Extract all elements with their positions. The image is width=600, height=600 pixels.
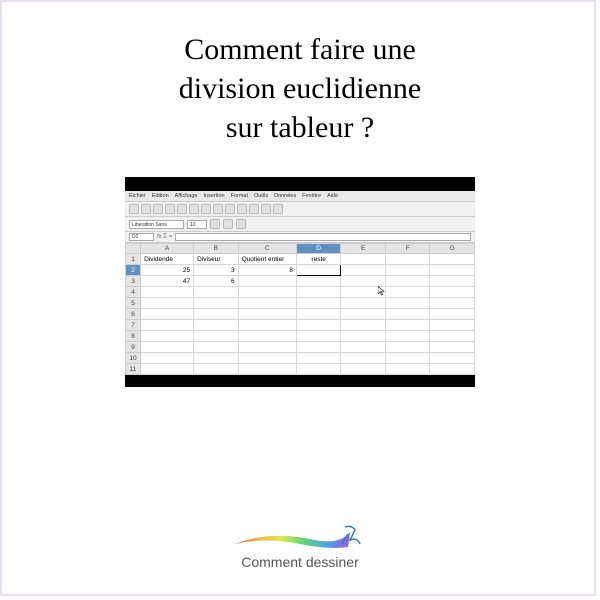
col-E[interactable]: E bbox=[341, 244, 386, 254]
cell-F2[interactable] bbox=[385, 265, 430, 276]
menu-tools[interactable]: Outils bbox=[254, 193, 268, 199]
menu-data[interactable]: Données bbox=[274, 193, 296, 199]
cell-D2-selected[interactable] bbox=[296, 265, 341, 276]
fx-icon[interactable]: fx Σ = bbox=[157, 234, 172, 240]
cell-B2[interactable]: 3 bbox=[194, 265, 239, 276]
format-toolbar: Liberation Sans 10 bbox=[125, 217, 475, 232]
video-thumbnail[interactable]: Eichier Edition Affichage Insertion Form… bbox=[125, 177, 475, 387]
cell-E3[interactable] bbox=[341, 276, 386, 287]
mouse-cursor-icon bbox=[378, 286, 385, 296]
cell-G1[interactable] bbox=[430, 254, 475, 265]
new-icon[interactable] bbox=[129, 204, 139, 214]
site-logo: Comment dessiner bbox=[0, 522, 600, 570]
table-row: 4 bbox=[126, 287, 475, 298]
title-line-2: division euclidienne bbox=[179, 72, 421, 105]
cell-G2[interactable] bbox=[430, 265, 475, 276]
row-2-head[interactable]: 2 bbox=[126, 265, 141, 276]
table-row: 9 bbox=[126, 342, 475, 353]
spreadsheet-grid[interactable]: A B C D E F G 1 Dividende Diviseur Quoti… bbox=[125, 243, 475, 375]
table-row: 3 47 6 bbox=[126, 276, 475, 287]
col-G[interactable]: G bbox=[430, 244, 475, 254]
menu-edit[interactable]: Edition bbox=[152, 193, 169, 199]
cell-F1[interactable] bbox=[385, 254, 430, 265]
cell-B3[interactable]: 6 bbox=[194, 276, 239, 287]
menu-help[interactable]: Aide bbox=[327, 193, 338, 199]
italic-icon[interactable] bbox=[223, 219, 233, 229]
table-row: 8 bbox=[126, 331, 475, 342]
page-title: Comment faire une division euclidienne s… bbox=[0, 0, 600, 167]
cut-icon[interactable] bbox=[177, 204, 187, 214]
table-row: 2 25 3 8 bbox=[126, 265, 475, 276]
cell-A2[interactable]: 25 bbox=[141, 265, 194, 276]
sum-icon[interactable] bbox=[273, 204, 283, 214]
font-size-select[interactable]: 10 bbox=[187, 220, 207, 229]
cell-A1[interactable]: Dividende bbox=[141, 254, 194, 265]
font-name-select[interactable]: Liberation Sans bbox=[129, 220, 184, 229]
formula-bar: D2 fx Σ = bbox=[125, 232, 475, 243]
row-3-head[interactable]: 3 bbox=[126, 276, 141, 287]
column-headers: A B C D E F G bbox=[126, 244, 475, 254]
sort-icon[interactable] bbox=[237, 204, 247, 214]
cell-E1[interactable] bbox=[341, 254, 386, 265]
menu-bar[interactable]: Eichier Edition Affichage Insertion Form… bbox=[125, 191, 475, 202]
menu-window[interactable]: Fenêtre bbox=[302, 193, 321, 199]
spreadsheet-app: Eichier Edition Affichage Insertion Form… bbox=[125, 191, 475, 373]
table-row: 6 bbox=[126, 309, 475, 320]
table-row: 10 bbox=[126, 353, 475, 364]
redo-icon[interactable] bbox=[225, 204, 235, 214]
formula-input[interactable] bbox=[175, 233, 471, 241]
undo-icon[interactable] bbox=[213, 204, 223, 214]
row-1-head[interactable]: 1 bbox=[126, 254, 141, 265]
copy-icon[interactable] bbox=[189, 204, 199, 214]
col-B[interactable]: B bbox=[194, 244, 239, 254]
cell-F3[interactable] bbox=[385, 276, 430, 287]
table-row: 7 bbox=[126, 320, 475, 331]
menu-format[interactable]: Format bbox=[231, 193, 248, 199]
table-row: 11 bbox=[126, 364, 475, 375]
cell-C1[interactable]: Quotient entier bbox=[238, 254, 296, 265]
print-icon[interactable] bbox=[165, 204, 175, 214]
menu-view[interactable]: Affichage bbox=[175, 193, 198, 199]
menu-file[interactable]: Eichier bbox=[129, 193, 146, 199]
corner-cell[interactable] bbox=[126, 244, 141, 254]
cell-D1[interactable]: reste bbox=[296, 254, 341, 265]
table-row: 1 Dividende Diviseur Quotient entier res… bbox=[126, 254, 475, 265]
filter-icon[interactable] bbox=[261, 204, 271, 214]
main-toolbar bbox=[125, 202, 475, 217]
logo-text: Comment dessiner bbox=[0, 554, 600, 570]
chart-icon[interactable] bbox=[249, 204, 259, 214]
save-icon[interactable] bbox=[153, 204, 163, 214]
paste-icon[interactable] bbox=[201, 204, 211, 214]
cell-G3[interactable] bbox=[430, 276, 475, 287]
cell-reference[interactable]: D2 bbox=[129, 233, 154, 241]
underline-icon[interactable] bbox=[236, 219, 246, 229]
cell-E2[interactable] bbox=[341, 265, 386, 276]
title-line-3: sur tableur ? bbox=[226, 111, 374, 144]
menu-insert[interactable]: Insertion bbox=[203, 193, 224, 199]
table-row: 5 bbox=[126, 298, 475, 309]
col-D[interactable]: D bbox=[296, 244, 341, 254]
col-C[interactable]: C bbox=[238, 244, 296, 254]
cell-C2[interactable]: 8 bbox=[238, 265, 296, 276]
cell-C3[interactable] bbox=[238, 276, 296, 287]
col-F[interactable]: F bbox=[385, 244, 430, 254]
open-icon[interactable] bbox=[141, 204, 151, 214]
cell-D3[interactable] bbox=[296, 276, 341, 287]
cell-B1[interactable]: Diviseur bbox=[194, 254, 239, 265]
col-A[interactable]: A bbox=[141, 244, 194, 254]
bold-icon[interactable] bbox=[210, 219, 220, 229]
title-line-1: Comment faire une bbox=[184, 33, 416, 66]
cell-A3[interactable]: 47 bbox=[141, 276, 194, 287]
logo-swoosh-icon bbox=[230, 522, 370, 552]
